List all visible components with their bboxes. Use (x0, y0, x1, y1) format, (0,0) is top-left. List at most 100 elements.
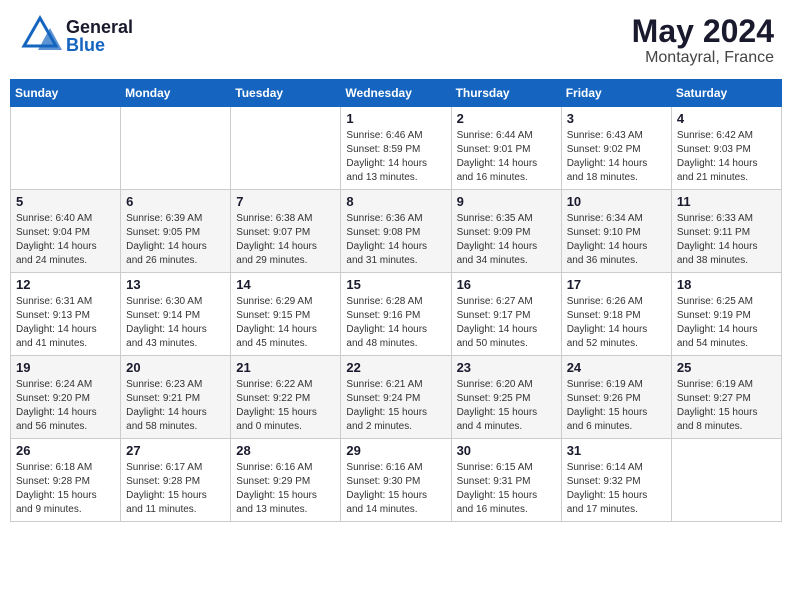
day-info: Sunrise: 6:16 AMSunset: 9:30 PMDaylight:… (346, 461, 445, 517)
day-number: 18 (677, 277, 776, 292)
calendar-cell: 15 Sunrise: 6:28 AMSunset: 9:16 PMDayligh… (341, 273, 451, 356)
calendar-cell: 20Sunrise: 6:23 AMSunset: 9:21 PMDayligh… (121, 356, 231, 439)
day-number: 5 (16, 194, 115, 209)
calendar-cell: 23 Sunrise: 6:20 AMSunset: 9:25 PMDayligh… (451, 356, 561, 439)
day-info: Sunrise: 6:46 AMSunset: 8:59 PMDaylight:… (346, 129, 445, 185)
day-number: 29 (346, 443, 445, 458)
day-info: Sunrise: 6:20 AMSunset: 9:25 PMDaylight:… (457, 378, 556, 434)
day-number: 20 (126, 360, 225, 375)
calendar-cell: 11 Sunrise: 6:33 AMSunset: 9:11 PMDayligh… (671, 190, 781, 273)
day-info: Sunrise: 6:36 AMSunset: 9:08 PMDaylight:… (346, 212, 445, 268)
day-number: 22 (346, 360, 445, 375)
day-info: Sunrise: 6:34 AMSunset: 9:10 PMDaylight:… (567, 212, 666, 268)
col-tuesday: Tuesday (231, 80, 341, 107)
col-saturday: Saturday (671, 80, 781, 107)
day-number: 14 (236, 277, 335, 292)
calendar-cell: 6 Sunrise: 6:39 AMSunset: 9:05 PMDaylight… (121, 190, 231, 273)
calendar-cell: 16Sunrise: 6:27 AMSunset: 9:17 PMDayligh… (451, 273, 561, 356)
col-sunday: Sunday (11, 80, 121, 107)
calendar-cell: 2Sunrise: 6:44 AMSunset: 9:01 PMDaylight… (451, 107, 561, 190)
day-info: Sunrise: 6:40 AMSunset: 9:04 PMDaylight:… (16, 212, 115, 268)
day-number: 15 (346, 277, 445, 292)
col-wednesday: Wednesday (341, 80, 451, 107)
calendar-cell: 8 Sunrise: 6:36 AMSunset: 9:08 PMDaylight… (341, 190, 451, 273)
day-number: 26 (16, 443, 115, 458)
day-info: Sunrise: 6:33 AMSunset: 9:11 PMDaylight:… (677, 212, 776, 268)
day-number: 23 (457, 360, 556, 375)
calendar-cell (121, 107, 231, 190)
calendar-week-3: 12 Sunrise: 6:31 AMSunset: 9:13 PMDayligh… (11, 273, 782, 356)
calendar-cell: 5 Sunrise: 6:40 AMSunset: 9:04 PMDaylight… (11, 190, 121, 273)
logo-icon (18, 14, 62, 58)
calendar-cell (231, 107, 341, 190)
logo: General Blue (18, 14, 133, 58)
calendar-week-1: 1 Sunrise: 6:46 AMSunset: 8:59 PMDaylight… (11, 107, 782, 190)
calendar-cell: 7 Sunrise: 6:38 AMSunset: 9:07 PMDaylight… (231, 190, 341, 273)
calendar-cell: 17Sunrise: 6:26 AMSunset: 9:18 PMDayligh… (561, 273, 671, 356)
day-number: 1 (346, 111, 445, 126)
day-info: Sunrise: 6:28 AMSunset: 9:16 PMDaylight:… (346, 295, 445, 351)
logo-words: General Blue (66, 18, 133, 54)
page-header: General Blue May 2024 Montayral, France (10, 10, 782, 71)
calendar-week-5: 26 Sunrise: 6:18 AMSunset: 9:28 PMDayligh… (11, 439, 782, 522)
calendar-cell: 27Sunrise: 6:17 AMSunset: 9:28 PMDayligh… (121, 439, 231, 522)
calendar-week-4: 19Sunrise: 6:24 AMSunset: 9:20 PMDayligh… (11, 356, 782, 439)
day-info: Sunrise: 6:29 AMSunset: 9:15 PMDaylight:… (236, 295, 335, 351)
location-subtitle: Montayral, France (632, 49, 774, 67)
day-number: 8 (346, 194, 445, 209)
title-block: May 2024 Montayral, France (632, 14, 774, 67)
calendar-cell (11, 107, 121, 190)
day-number: 4 (677, 111, 776, 126)
calendar-cell: 4Sunrise: 6:42 AMSunset: 9:03 PMDaylight… (671, 107, 781, 190)
logo-blue-text: Blue (66, 36, 133, 54)
col-thursday: Thursday (451, 80, 561, 107)
day-info: Sunrise: 6:31 AMSunset: 9:13 PMDaylight:… (16, 295, 115, 351)
day-info: Sunrise: 6:18 AMSunset: 9:28 PMDaylight:… (16, 461, 115, 517)
day-number: 6 (126, 194, 225, 209)
calendar-cell: 19Sunrise: 6:24 AMSunset: 9:20 PMDayligh… (11, 356, 121, 439)
calendar-cell: 22 Sunrise: 6:21 AMSunset: 9:24 PMDayligh… (341, 356, 451, 439)
day-info: Sunrise: 6:22 AMSunset: 9:22 PMDaylight:… (236, 378, 335, 434)
day-number: 19 (16, 360, 115, 375)
logo-general-text: General (66, 18, 133, 36)
calendar-header-row: Sunday Monday Tuesday Wednesday Thursday… (11, 80, 782, 107)
calendar-cell: 29 Sunrise: 6:16 AMSunset: 9:30 PMDayligh… (341, 439, 451, 522)
day-info: Sunrise: 6:19 AMSunset: 9:26 PMDaylight:… (567, 378, 666, 434)
calendar-cell: 24 Sunrise: 6:19 AMSunset: 9:26 PMDayligh… (561, 356, 671, 439)
day-number: 11 (677, 194, 776, 209)
day-info: Sunrise: 6:38 AMSunset: 9:07 PMDaylight:… (236, 212, 335, 268)
col-friday: Friday (561, 80, 671, 107)
day-number: 24 (567, 360, 666, 375)
day-info: Sunrise: 6:21 AMSunset: 9:24 PMDaylight:… (346, 378, 445, 434)
calendar-cell: 21 Sunrise: 6:22 AMSunset: 9:22 PMDayligh… (231, 356, 341, 439)
calendar-cell: 18 Sunrise: 6:25 AMSunset: 9:19 PMDayligh… (671, 273, 781, 356)
day-info: Sunrise: 6:30 AMSunset: 9:14 PMDaylight:… (126, 295, 225, 351)
calendar-cell: 9Sunrise: 6:35 AMSunset: 9:09 PMDaylight… (451, 190, 561, 273)
day-number: 30 (457, 443, 556, 458)
day-number: 31 (567, 443, 666, 458)
calendar-cell: 26 Sunrise: 6:18 AMSunset: 9:28 PMDayligh… (11, 439, 121, 522)
day-number: 7 (236, 194, 335, 209)
calendar-cell: 30 Sunrise: 6:15 AMSunset: 9:31 PMDayligh… (451, 439, 561, 522)
day-info: Sunrise: 6:25 AMSunset: 9:19 PMDaylight:… (677, 295, 776, 351)
day-number: 9 (457, 194, 556, 209)
day-number: 10 (567, 194, 666, 209)
day-info: Sunrise: 6:27 AMSunset: 9:17 PMDaylight:… (457, 295, 556, 351)
day-info: Sunrise: 6:17 AMSunset: 9:28 PMDaylight:… (126, 461, 225, 517)
day-number: 12 (16, 277, 115, 292)
day-info: Sunrise: 6:39 AMSunset: 9:05 PMDaylight:… (126, 212, 225, 268)
calendar-cell: 31 Sunrise: 6:14 AMSunset: 9:32 PMDayligh… (561, 439, 671, 522)
day-info: Sunrise: 6:16 AMSunset: 9:29 PMDaylight:… (236, 461, 335, 517)
calendar-cell: 12 Sunrise: 6:31 AMSunset: 9:13 PMDayligh… (11, 273, 121, 356)
day-number: 28 (236, 443, 335, 458)
day-info: Sunrise: 6:14 AMSunset: 9:32 PMDaylight:… (567, 461, 666, 517)
day-number: 2 (457, 111, 556, 126)
day-number: 17 (567, 277, 666, 292)
calendar-cell: 13Sunrise: 6:30 AMSunset: 9:14 PMDayligh… (121, 273, 231, 356)
calendar-cell (671, 439, 781, 522)
day-info: Sunrise: 6:43 AMSunset: 9:02 PMDaylight:… (567, 129, 666, 185)
day-number: 21 (236, 360, 335, 375)
calendar-cell: 14 Sunrise: 6:29 AMSunset: 9:15 PMDayligh… (231, 273, 341, 356)
calendar-table: Sunday Monday Tuesday Wednesday Thursday… (10, 79, 782, 522)
day-info: Sunrise: 6:15 AMSunset: 9:31 PMDaylight:… (457, 461, 556, 517)
